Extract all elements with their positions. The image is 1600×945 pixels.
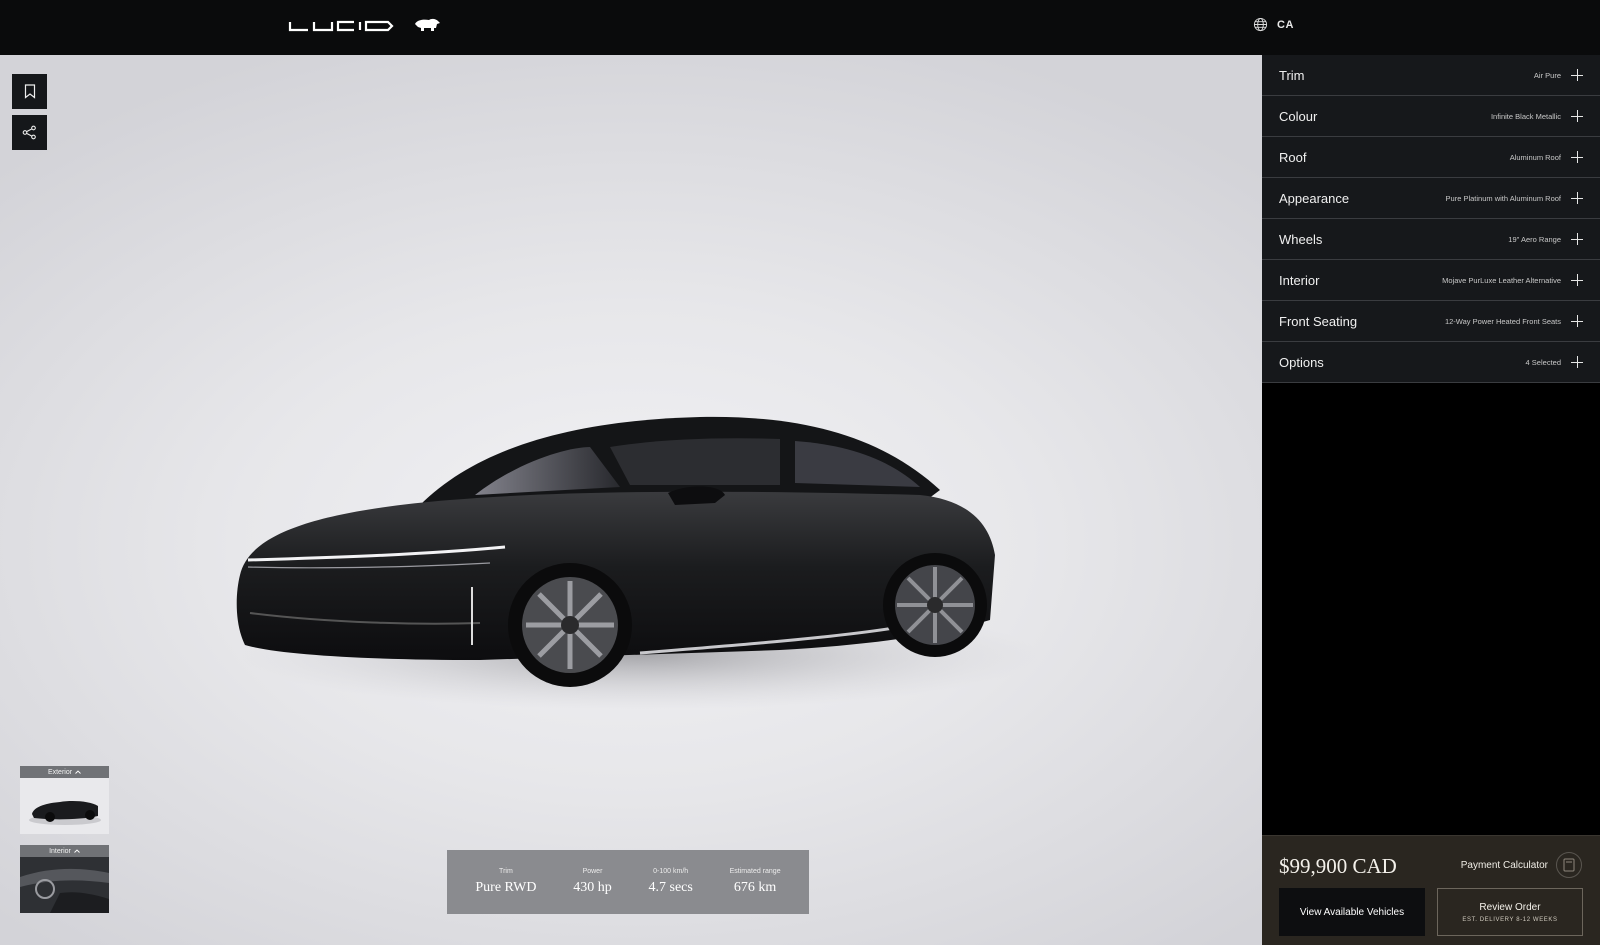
option-name: Wheels <box>1279 231 1323 247</box>
option-value: Aluminum Roof <box>1509 152 1561 162</box>
option-name: Interior <box>1279 272 1320 288</box>
option-value: Pure Platinum with Aluminum Roof <box>1445 193 1561 203</box>
option-wheels[interactable]: Wheels 19" Aero Range <box>1262 219 1600 260</box>
region-label: CA <box>1277 18 1294 31</box>
plus-icon[interactable] <box>1571 151 1583 163</box>
option-name: Options <box>1279 354 1324 370</box>
payment-calculator-button[interactable]: Payment Calculator <box>1461 852 1582 878</box>
spec-power-key: Power <box>582 868 603 875</box>
option-value: Infinite Black Metallic <box>1490 111 1561 121</box>
spec-acceleration-key: 0-100 km/h <box>653 868 689 875</box>
delivery-estimate: EST. DELIVERY 8-12 WEEKS <box>1462 916 1558 923</box>
view-available-vehicles-button[interactable]: View Available Vehicles <box>1279 888 1425 936</box>
spec-range: Estimated range 676 km <box>730 868 781 896</box>
spec-trim-value: Pure RWD <box>475 880 537 895</box>
thumbnail-exterior-image <box>20 778 109 834</box>
bookmark-icon <box>24 84 35 99</box>
review-order-button[interactable]: Review Order EST. DELIVERY 8-12 WEEKS <box>1437 888 1583 936</box>
plus-icon[interactable] <box>1571 274 1583 286</box>
spec-range-value: 676 km <box>733 880 777 895</box>
option-interior[interactable]: Interior Mojave PurLuxe Leather Alternat… <box>1262 260 1600 301</box>
option-name: Roof <box>1279 149 1307 165</box>
thumbnail-exterior[interactable]: Exterior <box>20 766 109 834</box>
option-name: Front Seating <box>1279 313 1358 329</box>
spec-acceleration-value: 4.7 secs <box>648 880 693 895</box>
review-order-label: Review Order <box>1479 901 1541 913</box>
region-selector[interactable]: CA <box>1253 17 1294 32</box>
spec-power-value: 430 hp <box>573 880 612 895</box>
spec-trim: Trim Pure RWD <box>475 868 536 896</box>
option-name: Colour <box>1279 108 1318 124</box>
option-appearance[interactable]: Appearance Pure Platinum with Aluminum R… <box>1262 178 1600 219</box>
spec-power: Power 430 hp <box>573 868 612 896</box>
option-name: Trim <box>1279 67 1305 83</box>
total-price: $99,900 CAD <box>1279 854 1397 878</box>
top-header: CA <box>0 0 1600 55</box>
option-trim[interactable]: Trim Air Pure <box>1262 55 1600 96</box>
option-value: 4 Selected <box>1525 357 1561 367</box>
spec-range-key: Estimated range <box>729 868 781 875</box>
plus-icon[interactable] <box>1571 356 1583 368</box>
plus-icon[interactable] <box>1571 192 1583 204</box>
payment-calculator-label: Payment Calculator <box>1460 859 1548 871</box>
spec-bar: Trim Pure RWD Power 430 hp 0-100 km/h 4.… <box>447 850 809 914</box>
share-button[interactable] <box>12 115 47 150</box>
lucid-logo[interactable] <box>288 18 396 34</box>
share-icon <box>22 125 36 140</box>
option-value: Air Pure <box>1533 70 1561 80</box>
plus-icon[interactable] <box>1571 69 1583 81</box>
chevron-up-icon <box>74 849 80 853</box>
plus-icon[interactable] <box>1571 233 1583 245</box>
option-options[interactable]: Options 4 Selected <box>1262 342 1600 383</box>
thumbnail-label: Interior <box>20 845 109 857</box>
thumbnail-interior[interactable]: Interior <box>20 845 109 913</box>
option-value: 12-Way Power Heated Front Seats <box>1444 316 1561 326</box>
thumbnail-interior-label: Interior <box>49 847 71 855</box>
thumbnail-interior-image <box>20 857 109 913</box>
configurator-sidebar: Trim Air Pure Colour Infinite Black Meta… <box>1262 55 1600 945</box>
plus-icon[interactable] <box>1571 315 1583 327</box>
option-front-seating[interactable]: Front Seating 12-Way Power Heated Front … <box>1262 301 1600 342</box>
thumbnail-exterior-label: Exterior <box>47 768 73 776</box>
option-name: Appearance <box>1279 190 1350 206</box>
option-value: Mojave PurLuxe Leather Alternative <box>1442 275 1561 285</box>
save-button[interactable] <box>12 74 47 109</box>
vehicle-viewer[interactable]: Exterior Interior Trim Pure RWD Power 43… <box>0 55 1262 945</box>
option-roof[interactable]: Roof Aluminum Roof <box>1262 137 1600 178</box>
bear-logo-icon <box>415 18 440 31</box>
thumbnail-label: Exterior <box>20 766 109 778</box>
option-colour[interactable]: Colour Infinite Black Metallic <box>1262 96 1600 137</box>
spec-acceleration: 0-100 km/h 4.7 secs <box>649 868 693 896</box>
calculator-icon <box>1556 852 1582 878</box>
option-value: 19" Aero Range <box>1508 234 1561 244</box>
spec-trim-key: Trim <box>499 868 513 875</box>
plus-icon[interactable] <box>1571 110 1583 122</box>
chevron-up-icon <box>75 770 81 774</box>
globe-icon <box>1253 17 1268 32</box>
order-footer: $99,900 CAD Payment Calculator View Avai… <box>1262 835 1600 945</box>
car-render[interactable] <box>220 355 1040 735</box>
